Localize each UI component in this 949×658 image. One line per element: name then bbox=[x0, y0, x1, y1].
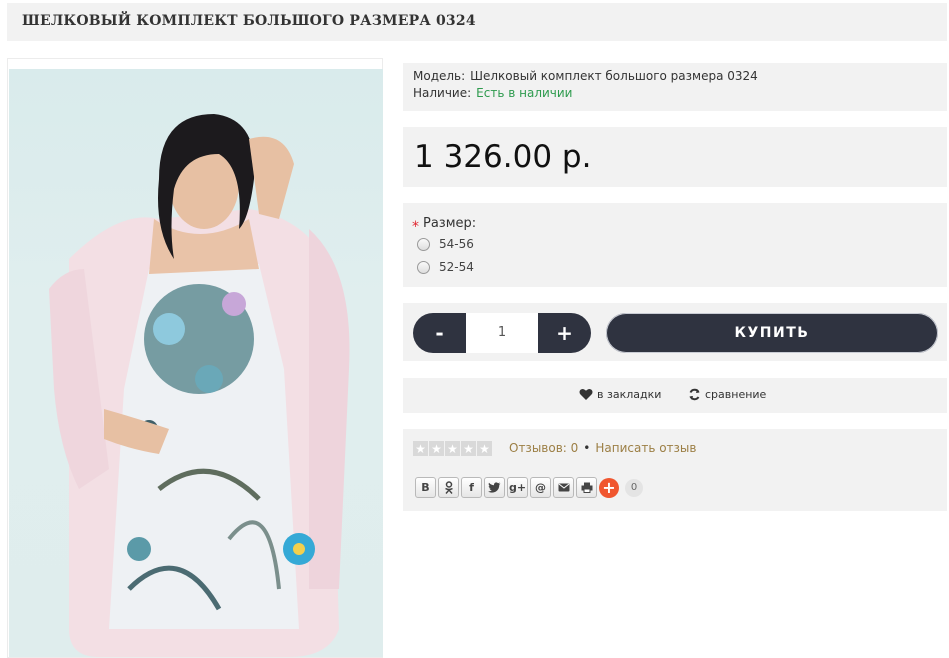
reviews-separator: • bbox=[583, 441, 591, 455]
reviews-line: Отзывов: 0 • Написать отзыв bbox=[509, 441, 696, 455]
print-button[interactable] bbox=[576, 477, 597, 498]
product-image-frame[interactable] bbox=[7, 58, 383, 658]
star-icon: ★ bbox=[429, 441, 444, 456]
vk-share-button[interactable]: В bbox=[415, 477, 436, 498]
envelope-icon bbox=[558, 483, 569, 492]
twitter-icon bbox=[488, 482, 501, 493]
reviews-share-panel: ★ ★ ★ ★ ★ Отзывов: 0 • Написать отзыв В f … bbox=[403, 429, 947, 511]
stock-status: Есть в наличии bbox=[476, 86, 573, 100]
star-icon: ★ bbox=[477, 441, 492, 456]
compare-label: сравнение bbox=[705, 388, 767, 401]
facebook-icon: f bbox=[469, 481, 474, 494]
odnoklassniki-icon bbox=[444, 481, 453, 494]
size-label: Размер: bbox=[423, 216, 477, 231]
options-panel: * Размер: 54-56 52-54 bbox=[403, 203, 947, 287]
google-plus-icon: g+ bbox=[508, 481, 527, 494]
size-option-52-54[interactable]: 52-54 bbox=[417, 259, 474, 275]
buy-button[interactable]: КУПИТЬ bbox=[606, 313, 938, 353]
buy-panel: - 1 + КУПИТЬ bbox=[403, 303, 947, 361]
stock-label: Наличие: bbox=[413, 86, 472, 100]
size-option-54-56[interactable]: 54-56 bbox=[417, 236, 474, 252]
page-title: ШЕЛКОВЫЙ КОМПЛЕКТ БОЛЬШОГО РАЗМЕРА 0324 bbox=[22, 13, 476, 29]
heart-icon bbox=[579, 389, 593, 400]
bookmark-link[interactable]: в закладки bbox=[579, 388, 661, 401]
price-panel: 1 326.00 р. bbox=[403, 127, 947, 187]
increase-quantity-button[interactable]: + bbox=[538, 313, 591, 353]
stock-row: Наличие: Есть в наличии bbox=[413, 86, 572, 100]
twitter-share-button[interactable] bbox=[484, 477, 505, 498]
star-icon: ★ bbox=[461, 441, 476, 456]
printer-icon bbox=[581, 482, 592, 493]
model-row: Модель: Шелковый комплект большого размер… bbox=[413, 69, 758, 83]
plus-icon: + bbox=[602, 478, 616, 497]
model-label: Модель: bbox=[413, 69, 466, 83]
mail-ru-share-button[interactable]: @ bbox=[530, 477, 551, 498]
share-count: 0 bbox=[625, 478, 643, 497]
at-icon: @ bbox=[535, 481, 546, 494]
product-info-panel: Модель: Шелковый комплект большого размер… bbox=[403, 63, 947, 111]
star-icon: ★ bbox=[445, 441, 460, 456]
rating-stars: ★ ★ ★ ★ ★ bbox=[413, 441, 493, 456]
reviews-count-link[interactable]: Отзывов: 0 bbox=[509, 441, 578, 455]
compare-link[interactable]: сравнение bbox=[688, 388, 766, 401]
bookmark-label: в закладки bbox=[597, 388, 662, 401]
odnoklassniki-share-button[interactable] bbox=[438, 477, 459, 498]
decrease-quantity-button[interactable]: - bbox=[413, 313, 466, 353]
title-bar: ШЕЛКОВЫЙ КОМПЛЕКТ БОЛЬШОГО РАЗМЕРА 0324 bbox=[7, 3, 947, 41]
write-review-link[interactable]: Написать отзыв bbox=[595, 441, 696, 455]
quantity-input[interactable]: 1 bbox=[466, 313, 538, 353]
product-photo bbox=[49, 114, 350, 657]
email-share-button[interactable] bbox=[553, 477, 574, 498]
share-buttons: В f g+ @ + 0 bbox=[415, 477, 643, 498]
price: 1 326.00 р. bbox=[414, 139, 592, 175]
facebook-share-button[interactable]: f bbox=[461, 477, 482, 498]
size-option-label: 52-54 bbox=[439, 260, 474, 274]
model-value: Шелковый комплект большого размера 0324 bbox=[470, 69, 758, 83]
more-share-button[interactable]: + bbox=[599, 477, 619, 498]
quantity-stepper: - 1 + bbox=[413, 313, 591, 353]
size-radio[interactable] bbox=[417, 237, 430, 251]
size-option-label: 54-56 bbox=[439, 237, 474, 251]
required-mark: * bbox=[412, 219, 419, 235]
refresh-icon bbox=[689, 388, 700, 401]
star-icon: ★ bbox=[413, 441, 428, 456]
size-radio[interactable] bbox=[417, 260, 430, 274]
vk-icon: В bbox=[421, 481, 430, 494]
product-image[interactable] bbox=[9, 69, 383, 657]
google-plus-share-button[interactable]: g+ bbox=[507, 477, 528, 498]
actions-panel: в закладки сравнение bbox=[403, 378, 947, 413]
